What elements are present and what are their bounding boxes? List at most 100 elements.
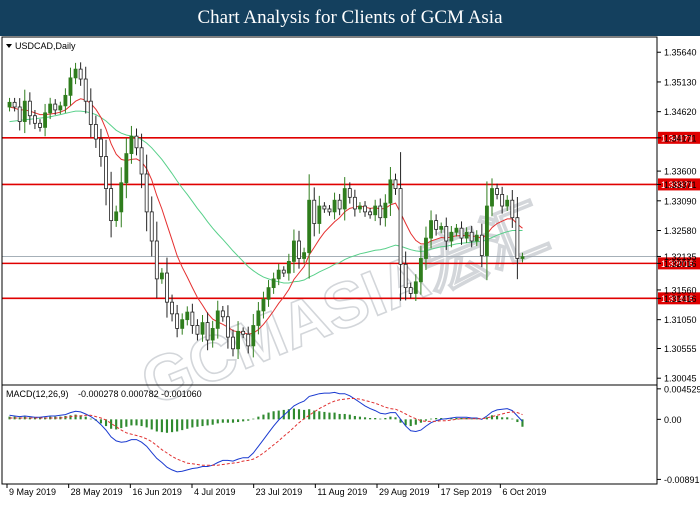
candle-body xyxy=(347,188,352,198)
candle-body xyxy=(58,105,63,111)
price-tick-label: 1.31416 xyxy=(664,294,697,304)
candle-body xyxy=(256,310,261,326)
date-tick-label: 28 May 2019 xyxy=(71,487,123,497)
candle-body xyxy=(520,256,525,259)
macd-tick-label: 0.00 xyxy=(664,415,682,425)
date-tick-label: 23 Jul 2019 xyxy=(256,487,303,497)
candle-body xyxy=(73,68,78,79)
macd-panel xyxy=(8,391,524,473)
candle-body xyxy=(7,101,12,108)
candle-body xyxy=(114,211,119,222)
date-tick-label: 17 Sep 2019 xyxy=(441,487,492,497)
candle-body xyxy=(38,122,42,128)
macd-values-label: -0.000278 0.000782 -0.001060 xyxy=(78,389,202,399)
candle-body xyxy=(505,199,510,207)
candle-body xyxy=(363,205,367,213)
macd-signal-line xyxy=(9,398,523,466)
candle-body xyxy=(383,202,388,219)
price-tick-label: 1.32580 xyxy=(664,226,697,236)
candle-body xyxy=(225,316,230,338)
macd-tick-label: 0.004529 xyxy=(664,384,700,394)
macd-tick-label: -0.008915 xyxy=(664,475,700,485)
candle-body xyxy=(271,278,276,289)
candle-body xyxy=(490,188,494,207)
candle-body xyxy=(418,258,423,283)
candle-body xyxy=(439,226,444,230)
price-tick-label: 1.30045 xyxy=(664,374,697,384)
candle-body xyxy=(500,193,505,207)
candle-body xyxy=(33,115,37,124)
price-tick-label: 1.34171 xyxy=(664,133,697,143)
candle-body xyxy=(292,240,296,262)
candle-body xyxy=(17,106,22,122)
candle-body xyxy=(27,100,32,117)
chevron-down-icon xyxy=(6,44,12,48)
candle-body xyxy=(220,310,225,318)
candle-body xyxy=(236,330,240,350)
price-tick-label: 1.34620 xyxy=(664,107,697,117)
candle-body xyxy=(413,281,418,294)
candle-body xyxy=(180,319,185,329)
candle-body xyxy=(297,240,301,259)
candle-body xyxy=(154,240,159,280)
candle-body xyxy=(78,68,83,80)
candle-body xyxy=(68,77,73,96)
price-tick-label: 1.33600 xyxy=(664,167,697,177)
date-tick-label: 4 Jul 2019 xyxy=(194,487,236,497)
candle-body xyxy=(144,173,149,213)
candle-body xyxy=(246,333,251,347)
candle-body xyxy=(83,78,88,102)
date-tick-label: 6 Oct 2019 xyxy=(502,487,546,497)
candle-body xyxy=(48,103,53,114)
price-tick-label: 1.30555 xyxy=(664,344,697,354)
candle-body xyxy=(210,327,215,341)
candle-body xyxy=(307,199,312,254)
candle-body xyxy=(358,205,362,210)
candle-body xyxy=(337,199,342,210)
candle-body xyxy=(205,322,210,341)
candle-body xyxy=(484,205,489,256)
candle-body xyxy=(88,100,93,125)
candle-body xyxy=(109,188,114,222)
candle-body xyxy=(459,227,464,239)
candle-body xyxy=(398,188,403,265)
price-tick-label: 1.35130 xyxy=(664,77,697,87)
candle-body xyxy=(373,205,378,216)
candle-body xyxy=(175,313,180,329)
candle-body xyxy=(43,112,48,128)
candle-body xyxy=(302,252,307,259)
candle-body xyxy=(495,188,499,195)
candle-body xyxy=(195,325,200,335)
candle-body xyxy=(378,205,383,219)
candle-body xyxy=(159,272,164,280)
candle-body xyxy=(408,287,413,294)
candle-body xyxy=(317,205,322,224)
candle-body xyxy=(449,231,454,242)
candle-body xyxy=(479,234,484,256)
candle-body xyxy=(403,263,408,289)
date-tick-label: 9 May 2019 xyxy=(9,487,56,497)
chart-area: GCMASIA宏汇 1.34171 1.33371 1.32016 1.31416 1… xyxy=(0,36,700,500)
candle-body xyxy=(119,182,124,213)
candle-body xyxy=(53,103,58,111)
candle-body xyxy=(63,94,68,107)
candle-body xyxy=(12,101,17,108)
candle-body xyxy=(251,325,256,347)
candle-body xyxy=(469,231,474,242)
candle-body xyxy=(276,269,281,280)
candle-body xyxy=(434,220,439,230)
price-tick-label: 1.32016 xyxy=(664,259,697,269)
price-panel-title: USDCAD,Daily xyxy=(15,41,76,51)
candle-body xyxy=(190,311,195,326)
macd-line xyxy=(9,391,523,473)
candle-body xyxy=(104,156,108,189)
candle-body xyxy=(510,199,515,219)
candle-body xyxy=(93,124,98,140)
candle-body xyxy=(474,234,479,242)
candle-body xyxy=(281,269,286,274)
candle-body xyxy=(149,211,154,242)
candle-body xyxy=(129,135,134,155)
price-tick-label: 1.35640 xyxy=(664,48,697,58)
candle-body xyxy=(261,298,266,312)
candle-body xyxy=(424,237,428,259)
